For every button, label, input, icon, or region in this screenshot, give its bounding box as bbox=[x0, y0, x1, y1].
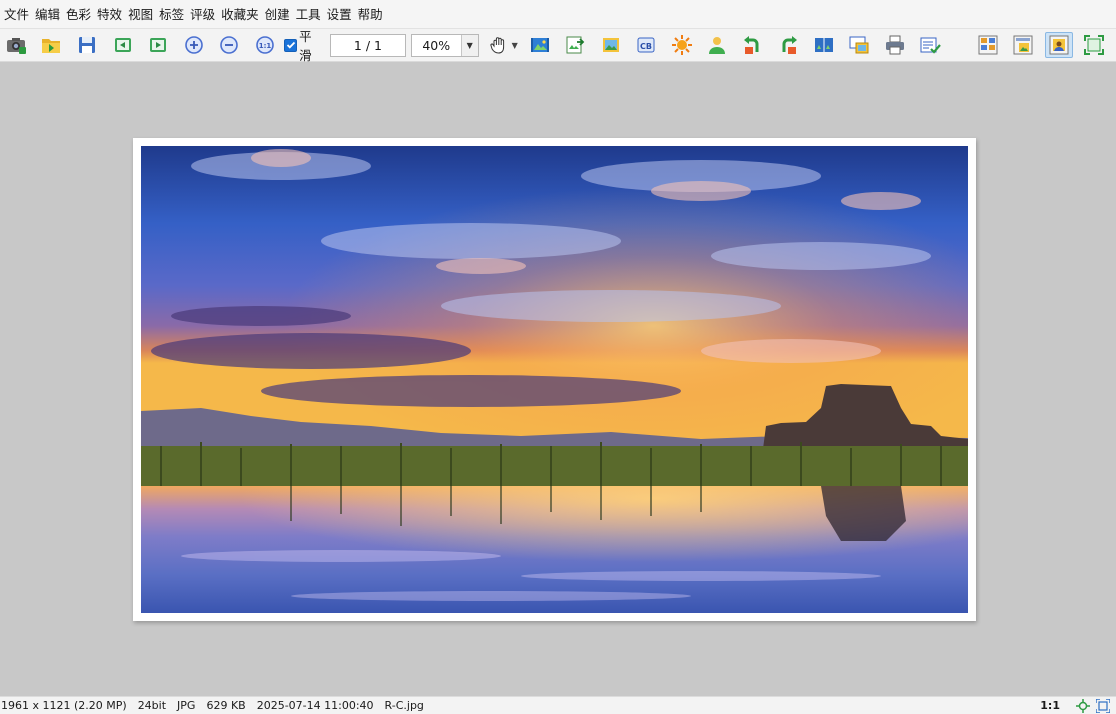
bit-depth: 24bit bbox=[137, 699, 167, 712]
person-icon[interactable] bbox=[703, 32, 731, 58]
chevron-down-icon[interactable]: ▼ bbox=[512, 41, 518, 50]
rotate-right-icon[interactable] bbox=[774, 32, 802, 58]
menu-color[interactable]: 色彩 bbox=[65, 0, 96, 29]
menu-settings[interactable]: 设置 bbox=[326, 0, 357, 29]
chevron-down-icon[interactable]: ▼ bbox=[460, 34, 478, 56]
menu-tools[interactable]: 工具 bbox=[295, 0, 326, 29]
screen-capture-icon[interactable] bbox=[845, 32, 873, 58]
hand-icon[interactable] bbox=[487, 32, 511, 58]
compare-icon[interactable] bbox=[810, 32, 838, 58]
menu-effects[interactable]: 特效 bbox=[96, 0, 127, 29]
status-bar: 1961 x 1121 (2.20 MP) 24bit JPG 629 KB 2… bbox=[0, 696, 1116, 714]
actual-size-ratio[interactable]: 1:1 bbox=[1040, 699, 1060, 712]
svg-text:1:1: 1:1 bbox=[258, 42, 271, 50]
menu-create[interactable]: 创建 bbox=[264, 0, 295, 29]
export-image-icon[interactable] bbox=[561, 32, 589, 58]
next-image-icon[interactable] bbox=[144, 32, 172, 58]
rotate-left-icon[interactable] bbox=[739, 32, 767, 58]
image-canvas[interactable] bbox=[0, 62, 1116, 696]
fullscreen-icon[interactable] bbox=[1080, 32, 1108, 58]
properties-icon[interactable] bbox=[916, 32, 944, 58]
pan-tool[interactable]: ▼ bbox=[487, 32, 518, 58]
file-date: 2025-07-14 11:00:40 bbox=[256, 699, 374, 712]
menu-bar: 文件 编辑 色彩 特效 视图 标签 评级 收藏夹 创建 工具 设置 帮助 bbox=[0, 0, 1116, 29]
photo-frame bbox=[133, 138, 976, 621]
smooth-label: 平滑 bbox=[299, 29, 312, 63]
toolbar: 1:1 平滑 1 / 1 40% ▼ ▼ CB bbox=[0, 26, 1116, 64]
menu-edit[interactable]: 编辑 bbox=[34, 0, 65, 29]
previous-image-icon[interactable] bbox=[109, 32, 137, 58]
viewer-mode-icon[interactable] bbox=[1044, 32, 1073, 58]
menu-rating[interactable]: 评级 bbox=[189, 0, 220, 29]
page-indicator[interactable]: 1 / 1 bbox=[330, 33, 406, 57]
status-right-group: 1:1 bbox=[1040, 697, 1110, 714]
brightness-icon[interactable] bbox=[668, 32, 696, 58]
crop-image-icon[interactable] bbox=[597, 32, 625, 58]
actual-size-icon[interactable]: 1:1 bbox=[251, 32, 279, 58]
menu-favorites[interactable]: 收藏夹 bbox=[220, 0, 264, 29]
preview-view-icon[interactable] bbox=[1009, 32, 1037, 58]
menu-tags[interactable]: 标签 bbox=[158, 0, 189, 29]
landscape-photo[interactable] bbox=[141, 146, 968, 613]
save-icon[interactable] bbox=[73, 32, 101, 58]
file-format: JPG bbox=[177, 699, 196, 712]
zoom-in-icon[interactable] bbox=[180, 32, 208, 58]
zoom-value[interactable]: 40% bbox=[412, 35, 461, 56]
zoom-out-icon[interactable] bbox=[215, 32, 243, 58]
menu-view[interactable]: 视图 bbox=[127, 0, 158, 29]
smooth-toggle[interactable]: 平滑 bbox=[284, 26, 324, 64]
slideshow-icon[interactable] bbox=[526, 32, 554, 58]
file-name: R-C.jpg bbox=[384, 699, 424, 712]
print-icon[interactable] bbox=[881, 32, 909, 58]
fullscreen-icon[interactable] bbox=[1096, 698, 1110, 713]
browser-view-icon[interactable] bbox=[974, 32, 1002, 58]
menu-file[interactable]: 文件 bbox=[3, 0, 34, 29]
open-folder-icon[interactable] bbox=[38, 32, 66, 58]
svg-text:CB: CB bbox=[640, 42, 652, 51]
camera-icon[interactable] bbox=[2, 32, 30, 58]
zoom-select[interactable]: 40% ▼ bbox=[410, 33, 479, 57]
batch-rename-icon[interactable]: CB bbox=[632, 32, 660, 58]
menu-help[interactable]: 帮助 bbox=[357, 0, 388, 29]
fit-window-icon[interactable] bbox=[1076, 698, 1090, 713]
file-size: 629 KB bbox=[206, 699, 246, 712]
smooth-checkbox[interactable] bbox=[284, 38, 298, 52]
image-dimensions: 1961 x 1121 (2.20 MP) bbox=[1, 699, 127, 712]
